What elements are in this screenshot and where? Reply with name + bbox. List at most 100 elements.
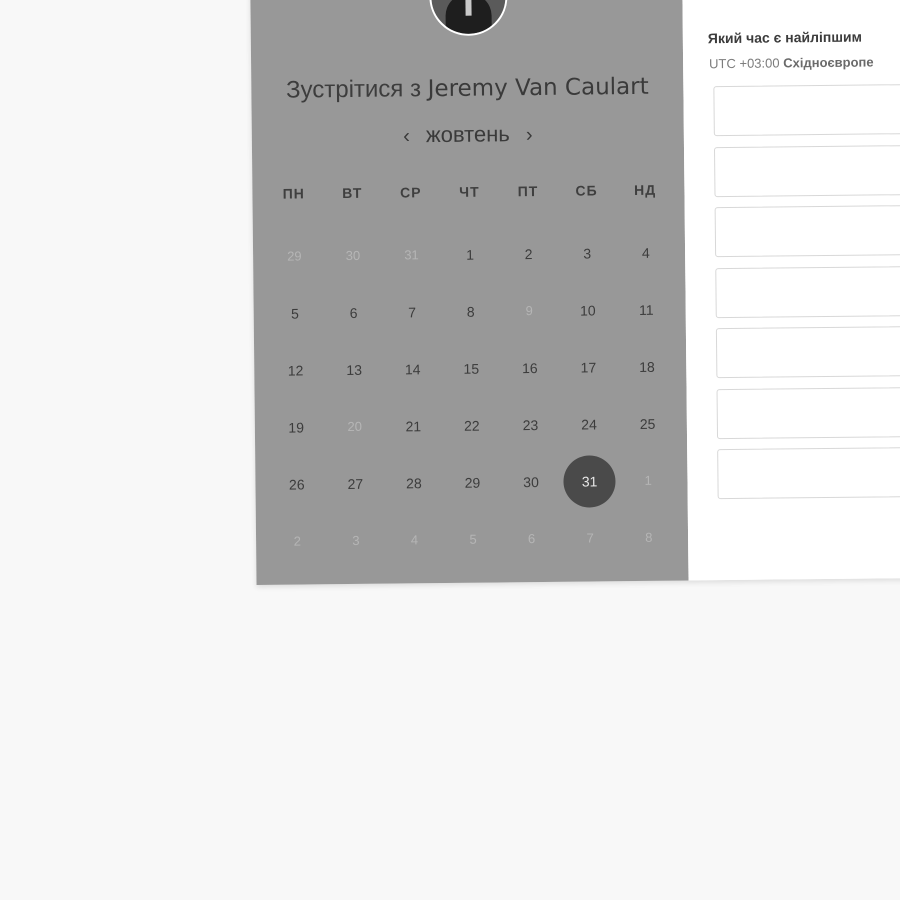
timezone-label[interactable]: UTC +03:00 Східноєвропе (709, 54, 874, 71)
day-number: 11 (639, 301, 654, 318)
host-name: Jeremy Van Caulart (427, 73, 649, 103)
day-number: 8 (645, 529, 653, 545)
calendar-day[interactable]: 13 (325, 341, 384, 399)
chevron-left-icon[interactable]: ‹ (393, 125, 420, 148)
calendar-day[interactable]: 5 (265, 284, 324, 342)
calendar-day: 3 (326, 512, 385, 570)
tz-offset: UTC +03:00 (709, 55, 780, 72)
weekday-label: СБ (575, 182, 598, 199)
day-number: 7 (586, 530, 594, 546)
calendar-day[interactable]: 15 (442, 339, 501, 397)
calendar-day[interactable]: 22 (442, 396, 501, 454)
day-number: 23 (522, 416, 539, 433)
weekday-label: ЧТ (459, 183, 480, 200)
day-number: 15 (463, 360, 480, 377)
time-slot-button[interactable]: 16: (713, 143, 900, 197)
day-number: 7 (408, 303, 417, 320)
tz-name: Східноєвропе (783, 54, 874, 71)
calendar-day: 5 (443, 510, 502, 568)
day-number: 27 (347, 475, 364, 492)
day-number: 8 (466, 303, 475, 320)
chevron-right-icon[interactable]: › (516, 124, 543, 147)
calendar-day[interactable]: 14 (383, 340, 442, 398)
calendar-day: 7 (561, 509, 620, 567)
time-slot-button[interactable]: 16: (714, 204, 900, 258)
day-number: 5 (290, 305, 299, 322)
day-number: 21 (405, 417, 422, 434)
calendar-day: 30 (323, 227, 382, 285)
day-number: 16 (521, 359, 538, 376)
calendar-day[interactable]: 7 (383, 283, 442, 341)
calendar-day[interactable]: 23 (501, 396, 560, 454)
day-number: 31 (563, 454, 616, 508)
calendar-day[interactable]: 21 (384, 397, 443, 455)
calendar-grid: 29 30 31 1 2 3 4 5 6 7 8 9 10 11 12 13 14 15 16 17 18 19 20 21 2… (265, 224, 679, 570)
calendar-day: 6 (502, 510, 561, 568)
day-number: 17 (580, 358, 597, 376)
day-number: 1 (644, 472, 652, 488)
month-label: жовтень (425, 121, 510, 148)
time-slot-button[interactable]: 17 (716, 385, 900, 439)
weekday-header: ПН ВТ СР ЧТ ПТ СБ НД (264, 182, 674, 202)
calendar-day: 1 (619, 452, 678, 510)
day-number: 31 (404, 247, 419, 263)
time-panel: Який час є найліпшим UTC +03:00 Східноєв… (681, 0, 900, 581)
calendar-day[interactable]: 24 (559, 395, 618, 453)
day-number: 26 (288, 475, 305, 493)
day-number: 29 (287, 248, 302, 264)
day-number: 3 (352, 532, 360, 548)
weekday-label: СР (400, 184, 422, 201)
day-number: 5 (469, 531, 477, 547)
day-number: 6 (527, 531, 536, 547)
calendar-day-selected[interactable]: 31 (560, 452, 619, 510)
day-number: 14 (404, 360, 421, 377)
weekday-label: НД (634, 181, 657, 198)
day-number: 12 (287, 361, 304, 379)
calendar-day: 8 (619, 509, 678, 567)
calendar-day: 29 (265, 227, 324, 285)
time-slot-button[interactable]: 16: (715, 264, 900, 318)
day-number: 10 (579, 301, 596, 319)
calendar-day[interactable]: 27 (326, 455, 385, 513)
time-slot-button[interactable]: 16: (713, 83, 900, 137)
day-number: 30 (345, 247, 361, 264)
calendar-panel: Зустрітися з Jeremy Van Caulart ‹ жовтен… (250, 0, 689, 585)
time-slot-list: 16: 16: 16: 16: 17 17 17 (713, 83, 900, 510)
calendar-day[interactable]: 29 (443, 453, 502, 511)
calendar-day[interactable]: 3 (558, 224, 617, 282)
calendar-day: 20 (325, 398, 384, 456)
calendar-day[interactable]: 10 (558, 281, 617, 339)
day-number: 20 (347, 418, 363, 435)
weekday-label: ВТ (342, 184, 363, 202)
title-prefix: Зустрітися з (285, 75, 422, 104)
calendar-day[interactable]: 12 (266, 341, 325, 399)
day-number: 6 (349, 304, 358, 321)
calendar-day[interactable]: 25 (618, 395, 677, 453)
calendar-day[interactable]: 19 (267, 398, 326, 456)
calendar-day[interactable]: 28 (384, 454, 443, 512)
calendar-day[interactable]: 18 (617, 338, 676, 396)
calendar-day[interactable]: 6 (324, 284, 383, 342)
day-number: 4 (641, 244, 650, 261)
calendar-day[interactable]: 11 (617, 281, 676, 339)
calendar-day[interactable]: 4 (616, 224, 675, 282)
booking-card: Зустрітися з Jeremy Van Caulart ‹ жовтен… (250, 0, 900, 585)
calendar-day[interactable]: 16 (500, 339, 559, 397)
day-number: 4 (410, 532, 419, 548)
calendar-day[interactable]: 30 (501, 453, 560, 511)
day-number: 2 (293, 533, 302, 549)
day-number: 9 (525, 303, 533, 319)
time-slot-button[interactable]: 17 (715, 325, 900, 379)
calendar-day[interactable]: 8 (441, 282, 500, 340)
calendar-day[interactable]: 26 (267, 455, 326, 513)
calendar-day[interactable]: 2 (499, 225, 558, 283)
calendar-day[interactable]: 17 (559, 338, 618, 396)
avatar (428, 0, 508, 37)
day-number: 25 (639, 415, 656, 432)
day-number: 18 (639, 358, 655, 375)
calendar-day: 9 (500, 282, 559, 340)
calendar-day[interactable]: 1 (440, 225, 499, 283)
day-number: 30 (523, 473, 539, 490)
meeting-title: Зустрітися з Jeremy Van Caulart (251, 72, 683, 105)
time-slot-button[interactable]: 17 (717, 445, 900, 500)
